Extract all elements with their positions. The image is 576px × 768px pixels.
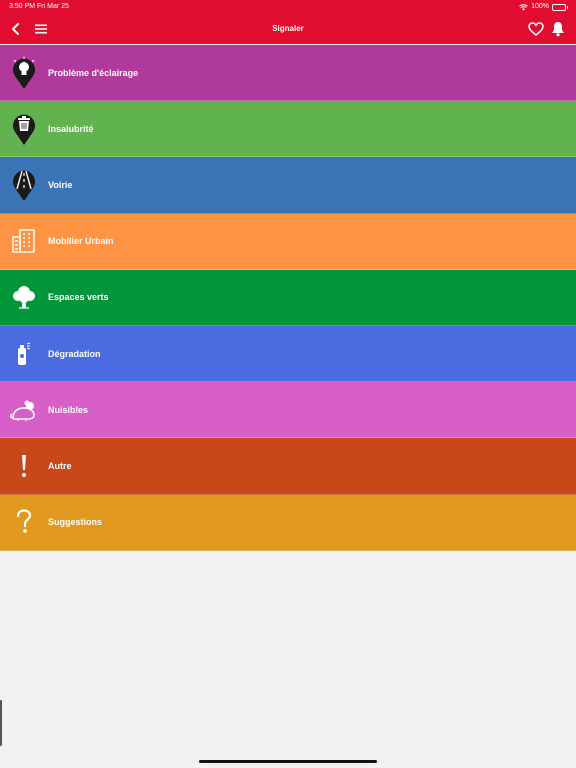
status-bar: 3:50 PM Fri Mar 25 100% xyxy=(0,0,576,14)
rat-icon xyxy=(0,382,48,438)
question-icon xyxy=(0,494,48,550)
heart-icon xyxy=(528,22,544,36)
status-time: 3:50 PM Fri Mar 25 xyxy=(9,3,69,10)
category-row-degradation[interactable]: Dégradation xyxy=(0,325,576,383)
favorites-button[interactable] xyxy=(526,14,546,44)
category-label: Nuisibles xyxy=(48,404,89,415)
category-row-mobilier[interactable]: Mobilier Urbain xyxy=(0,213,576,270)
exclamation-icon xyxy=(0,438,48,494)
tree-icon xyxy=(0,269,48,325)
building-icon xyxy=(0,213,48,269)
road-pin-icon xyxy=(0,157,48,213)
category-label: Insalubrité xyxy=(48,123,94,134)
trash-pin-icon xyxy=(0,101,48,157)
category-row-espaces-verts[interactable]: Espaces verts xyxy=(0,269,576,326)
battery-percent: 100% xyxy=(531,3,549,10)
wifi-icon xyxy=(519,3,528,10)
category-label: Problème d'éclairage xyxy=(48,67,139,78)
category-label: Voirie xyxy=(48,179,73,190)
spray-can-icon xyxy=(0,326,48,382)
battery-icon xyxy=(552,3,568,11)
home-indicator[interactable] xyxy=(199,760,377,763)
category-label: Suggestions xyxy=(48,517,103,528)
app-header: 3:50 PM Fri Mar 25 100% Signaler xyxy=(0,0,576,44)
category-label: Autre xyxy=(48,460,72,471)
category-row-insalubrite[interactable]: Insalubrité xyxy=(0,101,576,158)
category-row-voirie[interactable]: Voirie xyxy=(0,157,576,214)
category-label: Espaces verts xyxy=(48,292,109,303)
category-row-nuisibles[interactable]: Nuisibles xyxy=(0,382,576,439)
category-label: Dégradation xyxy=(48,348,101,359)
page-title: Signaler xyxy=(272,24,304,33)
category-row-eclairage[interactable]: Problème d'éclairage xyxy=(0,45,576,102)
side-handle xyxy=(0,700,2,746)
nav-bar: Signaler xyxy=(0,14,576,44)
category-list: Problème d'éclairage Insalubrité Voirie xyxy=(0,45,576,551)
notifications-button[interactable] xyxy=(548,14,568,44)
bell-icon xyxy=(552,22,564,37)
category-row-autre[interactable]: Autre xyxy=(0,438,576,495)
category-row-suggestions[interactable]: Suggestions xyxy=(0,494,576,551)
status-right: 100% xyxy=(519,0,568,14)
category-label: Mobilier Urbain xyxy=(48,236,114,247)
lightbulb-pin-icon xyxy=(0,45,48,101)
